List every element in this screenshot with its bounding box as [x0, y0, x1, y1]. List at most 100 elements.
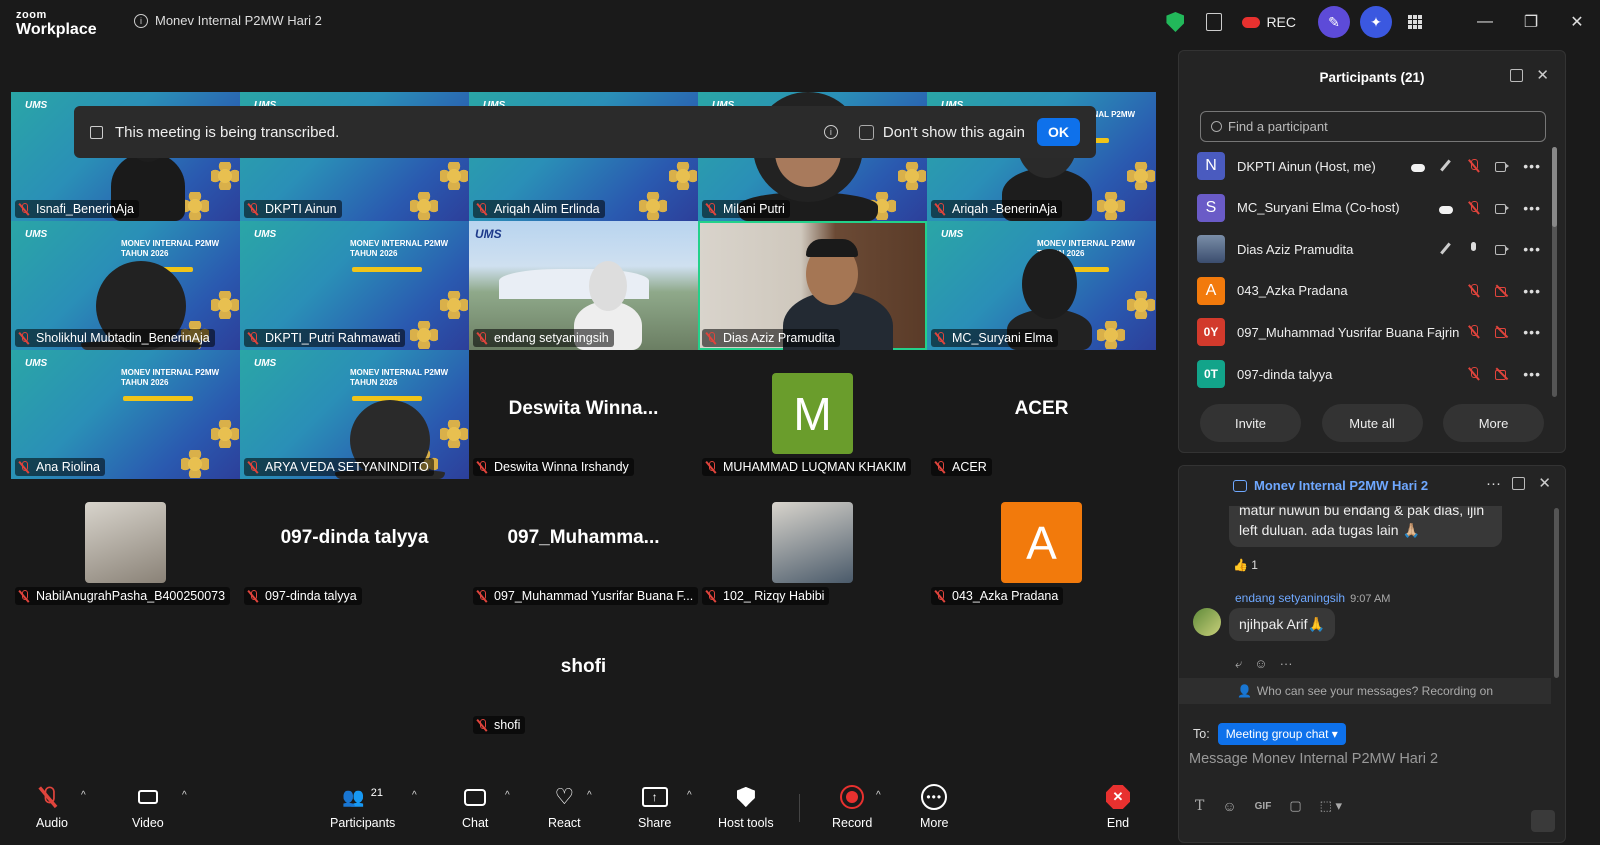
- microphone-icon[interactable]: [1467, 242, 1481, 256]
- participant-row[interactable]: 0T 097-dinda talyya •••: [1197, 357, 1541, 391]
- video-tile[interactable]: UMS MONEV INTERNAL P2MW TAHUN 2026 Sholikhu…: [11, 221, 240, 350]
- video-camera-icon[interactable]: [1495, 242, 1510, 256]
- video-button[interactable]: Video: [132, 784, 164, 830]
- format-text-icon[interactable]: T: [1195, 798, 1204, 814]
- file-icon[interactable]: ▢: [1289, 798, 1301, 814]
- video-tile[interactable]: UMS MONEV INTERNAL P2MW TAHUN 2026 ARYA VED…: [240, 350, 469, 479]
- participants-scrollbar[interactable]: [1552, 147, 1557, 397]
- video-tile[interactable]: 097-dinda talyya 097-dinda talyya: [240, 479, 469, 608]
- invite-button[interactable]: Invite: [1200, 404, 1301, 442]
- message-more-icon[interactable]: ···: [1280, 656, 1293, 672]
- cloud-recording-icon[interactable]: [1411, 164, 1426, 172]
- video-tile[interactable]: UMS MONEV INTERNAL P2MW TAHUN 2026 DKPTI_Pu…: [240, 221, 469, 350]
- more-button[interactable]: ••• More: [920, 784, 948, 830]
- video-off-icon[interactable]: [1495, 325, 1509, 339]
- video-tile[interactable]: UMS endang setyaningsih: [469, 221, 698, 350]
- participant-row[interactable]: 0Y 097_Muhammad Yusrifar Buana Fajrin •••: [1197, 315, 1541, 349]
- audio-button[interactable]: Audio: [36, 784, 68, 830]
- cloud-recording-indicator[interactable]: REC: [1242, 14, 1296, 30]
- ai-companion-icon[interactable]: ✦: [1360, 6, 1392, 38]
- video-tile[interactable]: ACER ACER: [927, 350, 1156, 479]
- mic-muted-icon[interactable]: [1467, 200, 1481, 215]
- host-tools-button[interactable]: Host tools: [718, 784, 774, 830]
- emoji-react-icon[interactable]: ☺: [1254, 656, 1267, 672]
- record-button[interactable]: Record: [832, 784, 872, 830]
- participant-row[interactable]: S MC_Suryani Elma (Co-host) •••: [1197, 191, 1541, 225]
- chat-options-icon[interactable]: ···: [1486, 475, 1501, 492]
- minimize-icon[interactable]: —: [1462, 13, 1508, 31]
- reply-icon[interactable]: ⤶: [1235, 656, 1242, 672]
- participants-more-button[interactable]: More: [1443, 404, 1544, 442]
- chat-scrollbar[interactable]: [1554, 508, 1559, 678]
- annotate-icon[interactable]: [1439, 159, 1453, 173]
- chat-button[interactable]: Chat: [462, 784, 488, 830]
- participants-options-caret[interactable]: ^: [412, 790, 417, 801]
- ok-button[interactable]: OK: [1037, 118, 1080, 146]
- recipient-select[interactable]: Meeting group chat ▾: [1217, 723, 1346, 745]
- video-camera-icon[interactable]: [1495, 201, 1510, 215]
- mic-muted-icon[interactable]: [1467, 159, 1481, 173]
- video-tile[interactable]: UMSMONEV INTERNAL P2MWTAHUN 2026MC_Surya…: [927, 221, 1156, 350]
- annotate-icon[interactable]: [1439, 242, 1453, 256]
- video-tile[interactable]: shofi shofi: [469, 608, 698, 737]
- audio-options-caret[interactable]: ^: [81, 790, 86, 801]
- emoji-icon[interactable]: ☺: [1222, 798, 1236, 814]
- react-button[interactable]: ♡ React: [548, 784, 581, 830]
- end-button[interactable]: ✕ End: [1106, 784, 1130, 830]
- participant-more-icon[interactable]: •••: [1523, 324, 1541, 340]
- gif-button[interactable]: GIF: [1255, 801, 1272, 812]
- whiteboard-pen-icon[interactable]: ✎: [1318, 6, 1350, 38]
- participant-more-icon[interactable]: •••: [1523, 200, 1541, 216]
- video-tile[interactable]: NabilAnugrahPasha_B400250073: [11, 479, 240, 608]
- notes-icon[interactable]: [1206, 13, 1223, 31]
- video-tile[interactable]: Dias Aziz Pramudita: [698, 221, 927, 350]
- message-input[interactable]: Message Monev Internal P2MW Hari 2: [1189, 751, 1438, 767]
- info-icon[interactable]: i: [134, 13, 148, 28]
- record-options-caret[interactable]: ^: [876, 790, 881, 801]
- mic-muted-icon[interactable]: [1467, 283, 1481, 298]
- video-tile[interactable]: UMS MONEV INTERNAL P2MW TAHUN 2026 Ana Riol…: [11, 350, 240, 479]
- video-tile[interactable]: M MUHAMMAD LUQMAN KHAKIM: [698, 350, 927, 479]
- dont-show-checkbox[interactable]: [858, 124, 874, 140]
- cloud-recording-icon[interactable]: [1439, 205, 1454, 214]
- video-tile[interactable]: 102_ Rizqy Habibi: [698, 479, 927, 608]
- info-icon[interactable]: i: [823, 125, 838, 139]
- participant-more-icon[interactable]: •••: [1523, 366, 1541, 382]
- video-camera-icon[interactable]: [1495, 159, 1510, 173]
- participant-more-icon[interactable]: •••: [1523, 158, 1541, 174]
- mic-muted-icon[interactable]: [1467, 367, 1481, 381]
- restore-icon[interactable]: ❐: [1508, 12, 1554, 32]
- reaction-badge[interactable]: 👍 1: [1233, 558, 1258, 572]
- send-button[interactable]: [1531, 810, 1555, 832]
- message-visibility-notice[interactable]: 👤 Who can see your messages? Recording on: [1179, 678, 1551, 704]
- video-off-icon[interactable]: [1495, 367, 1509, 381]
- find-participant-input[interactable]: Find a participant: [1200, 111, 1546, 142]
- apps-grid-icon[interactable]: [1408, 15, 1422, 29]
- participant-row[interactable]: Dias Aziz Pramudita •••: [1197, 232, 1541, 266]
- pop-out-icon[interactable]: [1512, 477, 1525, 490]
- participant-more-icon[interactable]: •••: [1523, 241, 1541, 257]
- close-window-icon[interactable]: ✕: [1554, 12, 1600, 32]
- security-shield-icon[interactable]: [1166, 12, 1185, 32]
- screenshot-icon[interactable]: ⬚ ▾: [1320, 798, 1342, 814]
- participants-button[interactable]: 👥 21 Participants: [330, 784, 395, 831]
- video-tile[interactable]: A 043_Azka Pradana: [927, 479, 1156, 608]
- mic-muted-icon[interactable]: [1467, 325, 1481, 339]
- chat-options-caret[interactable]: ^: [505, 790, 510, 801]
- pop-out-icon[interactable]: [1510, 69, 1523, 82]
- participant-row[interactable]: N DKPTI Ainun (Host, me) •••: [1197, 149, 1541, 183]
- close-chat-icon[interactable]: ✕: [1538, 474, 1551, 492]
- video-tile[interactable]: 097_Muhamma... 097_Muhammad Yusrifar Buan…: [469, 479, 698, 608]
- share-button[interactable]: ↑ Share: [638, 784, 671, 830]
- participant-more-icon[interactable]: •••: [1523, 283, 1541, 299]
- participant-row[interactable]: A 043_Azka Pradana •••: [1197, 274, 1541, 308]
- video-off-icon[interactable]: [1495, 284, 1509, 298]
- close-panel-icon[interactable]: ✕: [1536, 66, 1549, 84]
- react-options-caret[interactable]: ^: [587, 790, 592, 801]
- share-options-caret[interactable]: ^: [687, 790, 692, 801]
- chat-message[interactable]: njihpak Arif🙏: [1229, 608, 1335, 641]
- video-options-caret[interactable]: ^: [182, 790, 187, 801]
- mute-all-button[interactable]: Mute all: [1321, 404, 1423, 442]
- video-tile[interactable]: Deswita Winna... Deswita Winna Irshandy: [469, 350, 698, 479]
- meeting-info[interactable]: i Monev Internal P2MW Hari 2: [134, 13, 322, 28]
